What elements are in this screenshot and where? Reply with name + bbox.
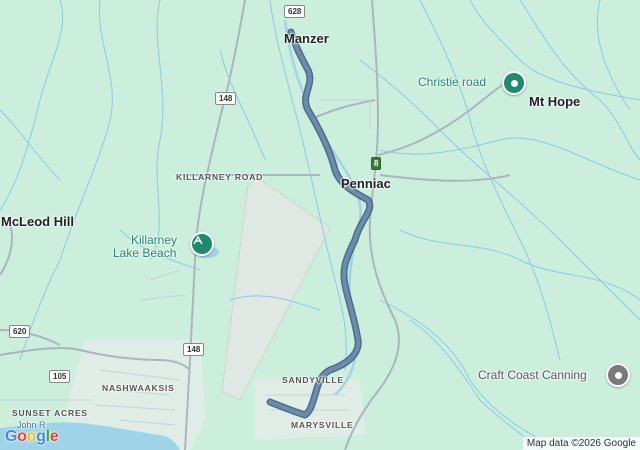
logo-letter-g: G [5, 428, 18, 445]
area-label-killarney-road: KILLARNEY ROAD [176, 172, 264, 182]
location-pin-icon[interactable] [502, 71, 526, 95]
town-label-mt-hope[interactable]: Mt Hope [529, 94, 580, 109]
road-shield-620: 620 [9, 325, 31, 338]
town-label-manzer[interactable]: Manzer [284, 31, 329, 46]
airport-area [221, 177, 331, 401]
area-label-sunset-acres: SUNSET ACRES [12, 408, 88, 418]
road-shield-8: 8 [371, 157, 382, 170]
poi-label-killarney-lake-beach-line1[interactable]: Killarney [131, 233, 177, 247]
area-label-marysville: MARYSVILLE [291, 420, 354, 430]
area-label-nashwaaksis: NASHWAAKSIS [102, 383, 175, 393]
road-shield-148: 148 [183, 343, 205, 356]
poi-label-killarney-lake-beach-line2[interactable]: Lake Beach [113, 246, 176, 260]
google-logo: Google [5, 428, 59, 445]
town-label-penniac[interactable]: Penniac [341, 176, 391, 191]
road-shield-148: 148 [215, 92, 237, 105]
picnic-pin-icon[interactable] [190, 232, 214, 256]
area-label-sandyville: SANDYVILLE [282, 375, 344, 385]
road-shield-628: 628 [284, 5, 306, 18]
map-canvas[interactable]: 628 148 148 620 105 8 Manzer Penniac Mt … [0, 0, 640, 450]
location-pin-icon[interactable] [606, 363, 630, 387]
road-shield-105: 105 [49, 370, 71, 383]
poi-label-christie-road[interactable]: Christie road [418, 75, 486, 89]
town-label-mcleod-hill[interactable]: McLeod Hill [1, 214, 74, 229]
map-attribution[interactable]: Map data ©2026 Google [522, 437, 640, 450]
poi-label-craft-coast-canning[interactable]: Craft Coast Canning [478, 368, 587, 382]
